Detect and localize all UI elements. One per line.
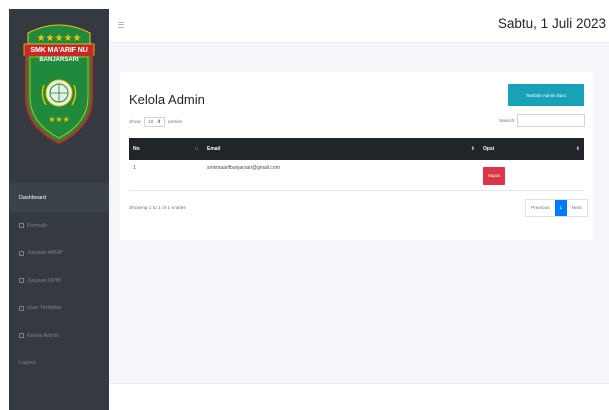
next-page-button[interactable]: Next	[567, 200, 587, 216]
school-logo-image: ★★★★★ ★★★	[23, 24, 95, 145]
sort-icon: ↑↓	[194, 146, 199, 152]
search-input[interactable]	[517, 114, 585, 127]
previous-page-button[interactable]: Previous	[526, 200, 555, 216]
square-icon	[19, 305, 24, 311]
cell-actions: Hapus	[479, 160, 584, 190]
sidebar-item-jurusan-dpib[interactable]: Jurusan DPIB	[9, 267, 109, 295]
sidebar-item-dashboard[interactable]: Dashboard	[9, 183, 109, 212]
app-window: ★★★★★ ★★★ SMK MA'ARIF NU BANJARSARI Dash…	[0, 0, 609, 410]
footer	[109, 383, 609, 410]
sidebar-item-logout[interactable]: Logout	[9, 350, 109, 378]
add-admin-button[interactable]: Tambah Admin Baru	[508, 84, 584, 106]
square-icon	[19, 223, 24, 229]
sidebar: ★★★★★ ★★★ SMK MA'ARIF NU BANJARSARI Dash…	[9, 9, 109, 410]
sidebar-item-label: Logout	[19, 360, 36, 367]
square-icon	[19, 250, 24, 256]
cell-no: 1	[133, 165, 136, 171]
sidebar-item-kelola-admin[interactable]: Kelola Admin	[9, 322, 109, 350]
page-1-button[interactable]: 1	[554, 200, 567, 216]
sort-icon: ⬍	[470, 146, 475, 152]
pagination: Previous 1 Next	[525, 199, 588, 217]
hamburger-icon[interactable]	[118, 22, 124, 28]
school-logo: ★★★★★ ★★★ SMK MA'ARIF NU BANJARSARI	[22, 19, 96, 169]
admin-table: No ↑↓ Email ⬍ Opsi ⬍ 1 smkmaarifbanjarsa…	[129, 138, 584, 191]
logo-text-line1: SMK MA'ARIF NU	[30, 45, 88, 54]
current-date: Sabtu, 1 Juli 2023	[497, 16, 606, 31]
main-content: Kelola Admin Tambah Admin Baru Show 10 ⬍…	[109, 43, 609, 383]
entries-label: entries	[168, 119, 183, 125]
entries-control: Show 10 ⬍ entries	[129, 117, 182, 127]
sidebar-item-label: Kelola Admin	[27, 332, 60, 339]
table-info: Showing 1 to 1 of 1 entries	[129, 206, 186, 211]
show-label: Show	[129, 119, 141, 125]
delete-button[interactable]: Hapus	[483, 167, 505, 185]
sidebar-item-label: Formulir	[27, 222, 48, 229]
select-arrow-icon: ⬍	[156, 119, 161, 125]
table-header-row: No ↑↓ Email ⬍ Opsi ⬍	[129, 138, 584, 160]
column-header-email[interactable]: Email ⬍	[203, 138, 479, 160]
column-header-no[interactable]: No ↑↓	[129, 138, 203, 160]
square-icon	[19, 278, 24, 284]
sort-icon: ⬍	[575, 146, 580, 152]
svg-text:★★★: ★★★	[48, 115, 70, 124]
sidebar-item-label: User Terdaftar	[27, 305, 62, 312]
sidebar-item-label: Dashboard	[19, 194, 46, 201]
page-title: Kelola Admin	[129, 92, 205, 107]
sidebar-nav: Dashboard Formulir Jurusan APHP Jurusan …	[9, 183, 109, 377]
entries-select[interactable]: 10 ⬍	[144, 117, 165, 127]
square-icon	[19, 333, 24, 339]
sidebar-item-user-terdaftar[interactable]: User Terdaftar	[9, 295, 109, 323]
sidebar-item-jurusan-aphp[interactable]: Jurusan APHP	[9, 240, 109, 268]
cell-email: smkmaarifbanjarsari@gmail.com	[207, 165, 280, 171]
topbar: Sabtu, 1 Juli 2023	[109, 9, 609, 43]
logo-text-line2: BANJARSARI	[39, 57, 79, 63]
admin-card: Kelola Admin Tambah Admin Baru Show 10 ⬍…	[120, 72, 593, 240]
sidebar-item-label: Jurusan DPIB	[27, 277, 61, 284]
sidebar-item-label: Jurusan APHP	[27, 250, 63, 257]
table-row: 1 smkmaarifbanjarsari@gmail.com Hapus	[129, 160, 584, 190]
sidebar-item-formulir[interactable]: Formulir	[9, 212, 109, 240]
svg-text:★★★★★: ★★★★★	[37, 33, 82, 44]
column-header-opsi[interactable]: Opsi ⬍	[479, 138, 584, 160]
search-label: Search:	[499, 119, 516, 124]
